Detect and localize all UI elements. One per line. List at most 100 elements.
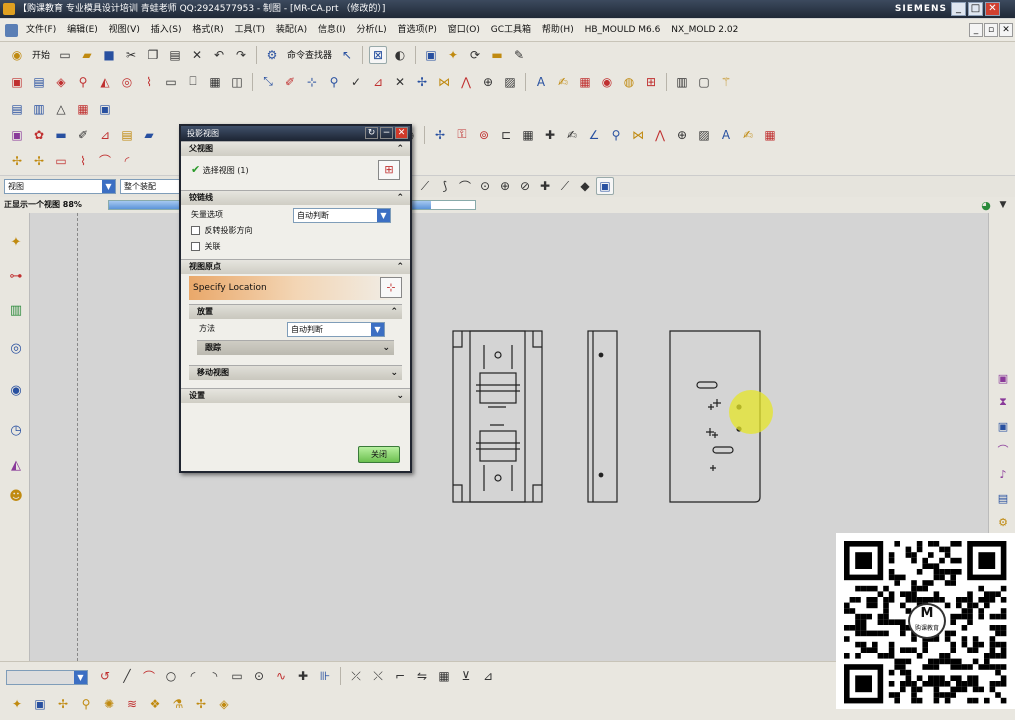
- surface-finish-icon[interactable]: ⋀: [457, 73, 475, 91]
- view-icon[interactable]: ▣: [8, 73, 26, 91]
- undo-icon[interactable]: ↶: [210, 46, 228, 64]
- chevron-down-icon[interactable]: ⌄: [390, 366, 398, 380]
- dialog-title-bar[interactable]: 投影视图 ↻ − ✕: [181, 126, 410, 141]
- chevron-down-icon[interactable]: ▼: [996, 198, 1010, 212]
- projected-view-icon[interactable]: ⎕: [184, 73, 202, 91]
- vector-option-dropdown[interactable]: 自动判断 ▼: [293, 208, 391, 223]
- chevron-down-icon[interactable]: ▼: [371, 323, 384, 336]
- template-icon[interactable]: ▣: [96, 100, 114, 118]
- tracking-section[interactable]: 跟踪 ⌄: [197, 340, 394, 355]
- method-dropdown[interactable]: 自动判断 ▼: [287, 322, 385, 337]
- command-finder-icon[interactable]: ⚙: [263, 46, 281, 64]
- arc-icon[interactable]: ⌒: [96, 152, 114, 170]
- cross-icon[interactable]: ✕: [391, 73, 409, 91]
- lock-icon[interactable]: ⚿: [453, 126, 471, 144]
- snap-curve-icon[interactable]: ⟆: [436, 177, 454, 195]
- extend-icon[interactable]: ⤬: [369, 667, 387, 685]
- snap-line-icon[interactable]: ⟋: [416, 177, 434, 195]
- snap-point-icon[interactable]: ◆: [576, 177, 594, 195]
- roles-icon[interactable]: ☻: [6, 485, 26, 507]
- layer-icon[interactable]: ▣: [422, 46, 440, 64]
- bracket-icon[interactable]: ⊏: [497, 126, 515, 144]
- ruler-icon[interactable]: ▬: [488, 46, 506, 64]
- image-icon[interactable]: ▨: [501, 73, 519, 91]
- target-icon[interactable]: ⊕: [479, 73, 497, 91]
- constraint-navigator-icon[interactable]: ⊶: [6, 265, 26, 287]
- layout-icon[interactable]: ▤: [8, 100, 26, 118]
- shaded-sphere-icon[interactable]: ◐: [391, 46, 409, 64]
- close-dialog-button[interactable]: 关闭: [358, 446, 400, 463]
- reset-icon[interactable]: ↻: [365, 127, 378, 139]
- snap-center-icon[interactable]: ⊕: [496, 177, 514, 195]
- snap-intersect-icon[interactable]: ⟋: [556, 177, 574, 195]
- weld-edit-icon[interactable]: ⋈: [629, 126, 647, 144]
- grid-template-icon[interactable]: ▦: [74, 100, 92, 118]
- component-array-icon[interactable]: ✢: [192, 695, 210, 713]
- placement-section[interactable]: 放置 ⌃: [189, 304, 402, 319]
- chevron-down-icon[interactable]: ⌄: [396, 389, 404, 403]
- clone-icon[interactable]: ◈: [215, 695, 233, 713]
- grid-icon[interactable]: ▥: [673, 73, 691, 91]
- menu-analysis[interactable]: 分析(L): [353, 19, 391, 42]
- base-view-icon[interactable]: ▭: [162, 73, 180, 91]
- part-navigator-icon[interactable]: ▥: [6, 299, 26, 321]
- circle-icon[interactable]: ○: [162, 667, 180, 685]
- menu-format[interactable]: 格式(R): [188, 19, 227, 42]
- chevron-up-icon[interactable]: ⌃: [396, 191, 404, 205]
- menu-information[interactable]: 信息(I): [314, 19, 350, 42]
- explode-icon[interactable]: ✺: [100, 695, 118, 713]
- snap-settings-icon[interactable]: ▣: [596, 177, 614, 195]
- document-icon[interactable]: [5, 24, 18, 37]
- select-view-row[interactable]: ✔ 选择视图 (1) ⊞: [181, 156, 410, 190]
- chevron-down-icon[interactable]: ▼: [377, 209, 390, 222]
- collapse-icon[interactable]: −: [380, 127, 393, 139]
- menu-preferences[interactable]: 首选项(P): [393, 19, 440, 42]
- curve-edit-icon[interactable]: ⌒: [994, 441, 1012, 459]
- hole-table-icon[interactable]: ◍: [620, 73, 638, 91]
- drawing-view-icon[interactable]: ▦: [206, 73, 224, 91]
- tabular-note-icon[interactable]: ▦: [761, 126, 779, 144]
- dimension-sketch-icon[interactable]: ⊿: [479, 667, 497, 685]
- center-mark-icon[interactable]: ⊕: [673, 126, 691, 144]
- surface-symbol-icon[interactable]: ✢: [431, 126, 449, 144]
- view-origin-section[interactable]: 视图原点 ⌃: [181, 259, 410, 274]
- polygon-icon[interactable]: ⊙: [250, 667, 268, 685]
- plus-icon[interactable]: ✚: [541, 126, 559, 144]
- dimension-icon[interactable]: ⤡: [259, 73, 277, 91]
- web-browser-icon[interactable]: ◉: [6, 379, 26, 401]
- rectangle-icon[interactable]: ▭: [228, 667, 246, 685]
- view-frame-icon[interactable]: ▣: [994, 417, 1012, 435]
- edit-icon[interactable]: ✐: [74, 126, 92, 144]
- zoom-icon[interactable]: ⚲: [607, 126, 625, 144]
- snap-arc-icon[interactable]: ⌒: [456, 177, 474, 195]
- pointer-icon[interactable]: ♪: [994, 465, 1012, 483]
- highlight-icon[interactable]: ✦: [444, 46, 462, 64]
- menu-gc-toolbox[interactable]: GC工具箱: [487, 19, 535, 42]
- hinge-line-section[interactable]: 铰链线 ⌃: [181, 190, 410, 205]
- select-tool-icon[interactable]: ↖: [338, 46, 356, 64]
- hourglass-icon[interactable]: ⧗: [994, 393, 1012, 411]
- menu-view[interactable]: 视图(V): [105, 19, 144, 42]
- symbol-place-icon[interactable]: ✢: [30, 152, 48, 170]
- layout-save-icon[interactable]: ▥: [30, 100, 48, 118]
- triangle-icon[interactable]: △: [52, 100, 70, 118]
- display-frame-icon[interactable]: ⊠: [369, 45, 388, 64]
- snap-endpoint-icon[interactable]: ⊙: [476, 177, 494, 195]
- ring-icon[interactable]: ⊚: [475, 126, 493, 144]
- menu-hb-mould[interactable]: HB_MOULD M6.6: [581, 19, 665, 42]
- angle-icon[interactable]: ∠: [585, 126, 603, 144]
- open-folder-icon[interactable]: ▰: [78, 46, 96, 64]
- reverse-projection-row[interactable]: 反转投影方向: [181, 223, 410, 239]
- new-file-icon[interactable]: ▭: [56, 46, 74, 64]
- chevron-down-icon[interactable]: ▼: [74, 671, 87, 684]
- hatch-icon[interactable]: ✢: [8, 152, 26, 170]
- assembly-navigator-icon[interactable]: ✦: [6, 231, 26, 253]
- start-button[interactable]: 开始: [30, 48, 52, 61]
- associative-checkbox[interactable]: [191, 242, 200, 251]
- roughness-icon[interactable]: ⋀: [651, 126, 669, 144]
- chevron-down-icon[interactable]: ▼: [102, 180, 115, 193]
- mate-icon[interactable]: ⚲: [77, 695, 95, 713]
- close-icon[interactable]: ✕: [395, 127, 408, 139]
- constraint-icon[interactable]: ⊻: [457, 667, 475, 685]
- add-component-icon[interactable]: ✦: [8, 695, 26, 713]
